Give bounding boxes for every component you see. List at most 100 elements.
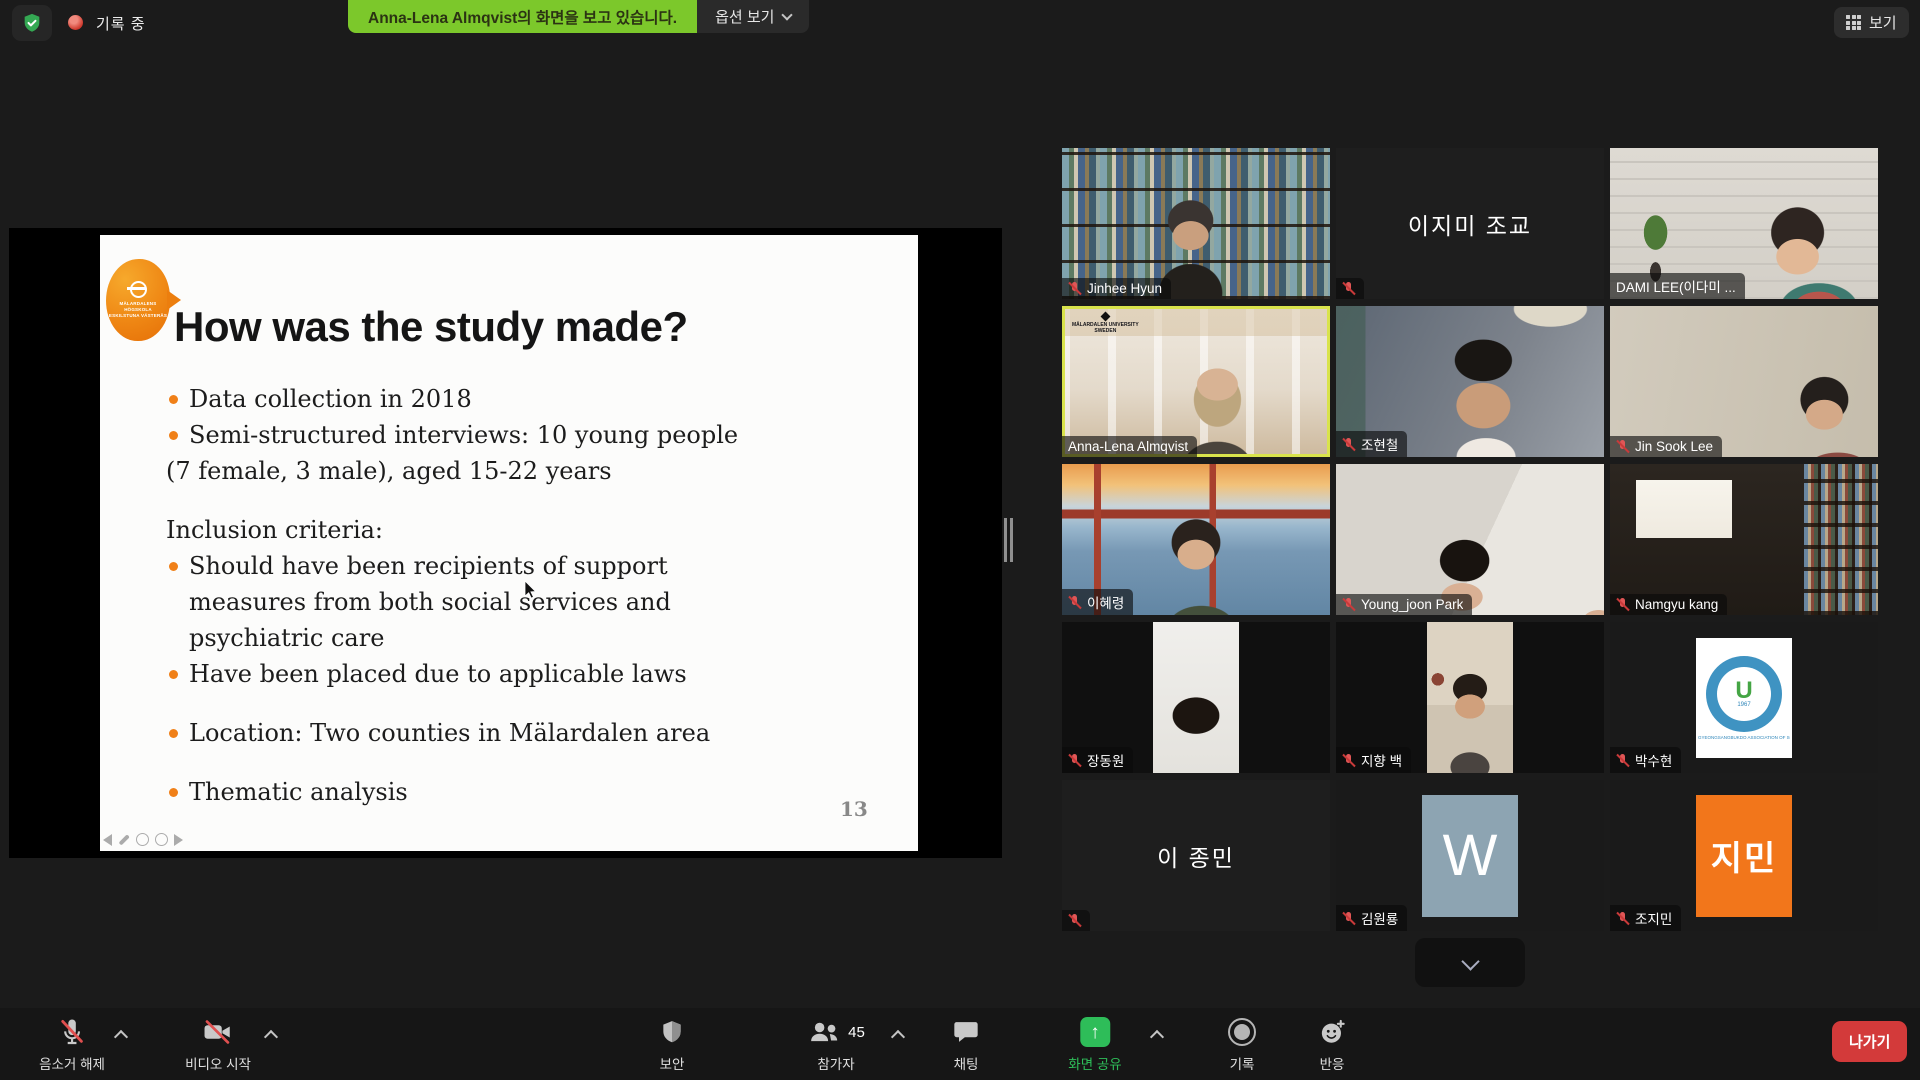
bullet-icon: [169, 395, 178, 404]
muted-mic-icon: [1068, 753, 1081, 768]
participant-mute-label: [1336, 278, 1364, 299]
more-options-icon: [155, 833, 168, 846]
chat-button[interactable]: 채팅: [952, 1016, 980, 1073]
pen-icon: [119, 834, 130, 845]
bullet-icon: [169, 562, 178, 571]
participant-tile[interactable]: W 김원룡: [1336, 780, 1604, 931]
participant-tile[interactable]: Jinhee Hyun: [1062, 148, 1330, 299]
next-slide-icon: [174, 834, 183, 846]
participant-name-label: 지향 백: [1336, 747, 1411, 773]
diamond-logo-icon: [1100, 312, 1110, 322]
participant-tile[interactable]: 지향 백: [1336, 622, 1604, 773]
participant-tile[interactable]: 조현철: [1336, 306, 1604, 457]
participant-name-label: Young_joon Park: [1336, 594, 1472, 615]
shield-icon: [659, 1017, 685, 1047]
muted-mic-icon: [1616, 753, 1629, 768]
presentation-slide: MÄLARDALENS HÖGSKOLA ESKILSTUNA VÄSTERÅS…: [100, 235, 918, 851]
participants-options-chevron[interactable]: [891, 1030, 905, 1044]
view-options-button[interactable]: 옵션 보기: [697, 0, 809, 33]
muted-mic-icon: [1616, 439, 1629, 454]
leave-meeting-button[interactable]: 나가기: [1832, 1021, 1907, 1062]
recording-label: 기록 중: [96, 13, 146, 34]
shield-check-icon: [21, 12, 43, 34]
participant-name-label: 박수현: [1610, 747, 1681, 773]
participant-tile-active-speaker[interactable]: MÄLARDALEN UNIVERSITY SWEDEN Anna-Lena A…: [1062, 306, 1330, 457]
share-options-chevron[interactable]: [1150, 1030, 1164, 1044]
slide-bullet: Location: Two counties in Mälardalen are…: [166, 715, 772, 751]
participant-tile[interactable]: U 1967 GYEONGSANGBUKDO ASSOCIATION OF SO…: [1610, 622, 1878, 773]
participant-tile[interactable]: 이 종민: [1062, 780, 1330, 931]
slide-bullet: Data collection in 2018: [166, 381, 772, 417]
meeting-toolbar: 음소거 해제 비디오 시작 보안: [0, 1008, 1920, 1080]
participant-name-label: 김원룡: [1336, 905, 1407, 931]
slide-bullet: Have been placed due to applicable laws: [166, 656, 772, 692]
university-emblem-icon: [130, 281, 147, 298]
muted-mic-icon: [1342, 281, 1355, 296]
security-button[interactable]: 보안: [659, 1016, 685, 1073]
participants-count: 45: [848, 1024, 865, 1041]
slide-bullet: Thematic analysis: [166, 774, 772, 810]
participant-name-label: Namgyu kang: [1610, 594, 1727, 615]
participants-button[interactable]: 45 참가자: [807, 1016, 865, 1073]
record-icon: [1228, 1018, 1256, 1046]
bullet-icon: [169, 431, 178, 440]
participants-icon: [807, 1018, 841, 1046]
viewing-screen-banner-text: Anna-Lena Almqvist의 화면을 보고 있습니다.: [348, 0, 697, 33]
reactions-button[interactable]: 반응: [1318, 1016, 1346, 1073]
participant-name-label: 이혜령: [1062, 589, 1133, 615]
participant-gallery: Jinhee Hyun 이지미 조교 DAMI LEE(이다미 ... MÄLA…: [1062, 148, 1878, 931]
annotate-icon: [136, 833, 149, 846]
participant-tile[interactable]: Namgyu kang: [1610, 464, 1878, 615]
top-bar: 기록 중 Anna-Lena Almqvist의 화면을 보고 있습니다. 옵션…: [0, 0, 1920, 44]
slide-body: Data collection in 2018 Semi-structured …: [166, 381, 772, 810]
association-logo-ring: U 1967: [1706, 656, 1782, 732]
viewing-screen-banner: Anna-Lena Almqvist의 화면을 보고 있습니다. 옵션 보기: [348, 0, 809, 33]
audio-options-chevron[interactable]: [114, 1030, 128, 1044]
avatar: W: [1422, 795, 1518, 917]
unmute-button[interactable]: 음소거 해제: [39, 1016, 105, 1073]
share-screen-icon: ↑: [1080, 1017, 1110, 1047]
participant-tile[interactable]: 장동원: [1062, 622, 1330, 773]
participant-name-label: 장동원: [1062, 747, 1133, 773]
participant-name-label: Jinhee Hyun: [1062, 278, 1171, 299]
content-gallery-divider-handle[interactable]: [1004, 518, 1016, 562]
reactions-smiley-icon: [1318, 1018, 1346, 1046]
remote-mouse-cursor: [524, 580, 537, 599]
shared-screen-panel: MÄLARDALENS HÖGSKOLA ESKILSTUNA VÄSTERÅS…: [9, 228, 1002, 858]
participant-tile[interactable]: 지민 조지민: [1610, 780, 1878, 931]
share-screen-button[interactable]: ↑ 화면 공유: [1068, 1016, 1121, 1073]
gallery-scroll-down-button[interactable]: [1415, 938, 1525, 987]
participant-tile[interactable]: DAMI LEE(이다미 ...: [1610, 148, 1878, 299]
participant-tile[interactable]: Young_joon Park: [1336, 464, 1604, 615]
slide-text-line: Inclusion criteria:: [166, 512, 772, 548]
start-video-button[interactable]: 비디오 시작: [185, 1016, 251, 1073]
muted-mic-icon: [1342, 753, 1355, 768]
video-off-icon: [202, 1017, 234, 1047]
muted-mic-icon: [1068, 913, 1081, 928]
recording-indicator-icon: [68, 15, 83, 30]
muted-mic-icon: [1342, 911, 1355, 926]
view-layout-button[interactable]: 보기: [1834, 7, 1909, 38]
slide-title: How was the study made?: [174, 303, 688, 351]
participant-tile[interactable]: 이혜령: [1062, 464, 1330, 615]
muted-mic-icon: [1616, 597, 1629, 612]
participant-tile[interactable]: Jin Sook Lee: [1610, 306, 1878, 457]
participant-name-label: 조현철: [1336, 431, 1407, 457]
encryption-shield-button[interactable]: [12, 5, 52, 41]
participant-name-label: Jin Sook Lee: [1610, 436, 1722, 457]
university-logo: MÄLARDALENS HÖGSKOLA ESKILSTUNA VÄSTERÅS: [106, 259, 170, 341]
participant-tile[interactable]: 이지미 조교: [1336, 148, 1604, 299]
record-button[interactable]: 기록: [1228, 1016, 1256, 1073]
participant-mute-label: [1062, 910, 1090, 931]
association-logo: U 1967 GYEONGSANGBUKDO ASSOCIATION OF SO…: [1696, 638, 1792, 758]
bullet-icon: [169, 670, 178, 679]
participant-name-label: Anna-Lena Almqvist: [1062, 436, 1197, 457]
participant-name-label: 조지민: [1610, 905, 1681, 931]
participant-display-name: 이지미 조교: [1336, 148, 1604, 299]
slide-bullet: Should have been recipients of support m…: [166, 548, 772, 656]
bullet-icon: [169, 729, 178, 738]
muted-mic-icon: [1068, 281, 1081, 296]
muted-mic-icon: [1342, 437, 1355, 452]
video-options-chevron[interactable]: [264, 1030, 278, 1044]
muted-mic-icon: [1342, 597, 1355, 612]
